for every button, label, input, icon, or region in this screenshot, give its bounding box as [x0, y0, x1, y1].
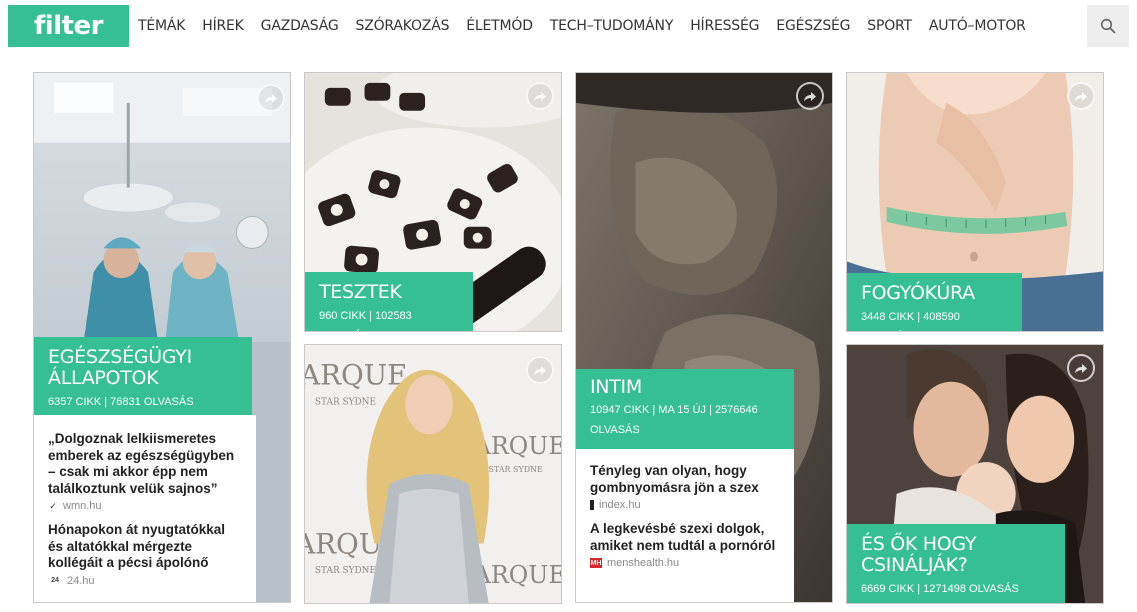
topic-stats: 3448 CIKK | 408590 OLVASÁS: [861, 311, 960, 323]
topic-card-diet[interactable]: FOGYÓKÚRA 3448 CIKK | 408590 OLVASÁS: [846, 72, 1104, 332]
topic-title: ÉS ŐK HOGY CSINÁLJÁK?: [861, 533, 977, 576]
share-icon: [265, 94, 277, 103]
share-button[interactable]: [1067, 354, 1095, 382]
topic-title: INTIM: [590, 376, 642, 398]
list-item[interactable]: Tényleg van olyan, hogy gombnyomásra jön…: [590, 463, 780, 511]
svg-text:ARQUE: ARQUE: [305, 359, 407, 392]
svg-text:STAR SYDNE: STAR SYDNE: [315, 398, 376, 408]
topic-stats: 10947 CIKK | MA 15 ÚJ | 2576646 OLVASÁS: [590, 404, 758, 436]
wmn-icon: ✓: [49, 500, 57, 511]
nav-item-auto-motor[interactable]: AUTÓ–MOTOR: [929, 18, 1026, 34]
article-list: Tényleg van olyan, hogy gombnyomásra jön…: [576, 449, 794, 602]
article-title[interactable]: Tényleg van olyan, hogy gombnyomásra jön…: [590, 463, 780, 496]
article-source: ✓ wmn.hu: [48, 500, 242, 512]
search-button[interactable]: [1087, 5, 1129, 47]
article-title[interactable]: A legkevésbé szexi dolgok, amiket nem tu…: [590, 521, 780, 554]
source-name: wmn.hu: [63, 500, 102, 512]
share-icon: [534, 92, 546, 101]
share-icon: [1075, 364, 1087, 373]
nav-item-eletmod[interactable]: ÉLETMÓD: [466, 18, 533, 34]
source-name: index.hu: [599, 499, 641, 511]
share-button[interactable]: [526, 356, 554, 384]
list-item[interactable]: „Dolgoznak lelkiismeretes emberek az egé…: [48, 431, 242, 512]
celebrity-photo: ARQUE STAR SYDNE ARQUEE STAR SYDNE ARQUE…: [305, 345, 561, 603]
article-list: „Dolgoznak lelkiismeretes emberek az egé…: [34, 415, 256, 602]
nav-item-gazdasag[interactable]: GAZDASÁG: [261, 18, 339, 34]
share-button[interactable]: [796, 82, 824, 110]
article-source: MH menshealth.hu: [590, 557, 780, 569]
share-icon: [804, 92, 816, 101]
index-icon: [590, 500, 594, 510]
topic-stats: 6669 CIKK | 1271498 OLVASÁS: [861, 583, 1019, 595]
nav-item-szorakozas[interactable]: SZÓRAKOZÁS: [356, 18, 450, 34]
share-button[interactable]: [526, 82, 554, 110]
article-title[interactable]: Hónapokon át nyugtatókkal és altatókkal …: [48, 522, 242, 572]
list-item[interactable]: A legkevésbé szexi dolgok, amiket nem tu…: [590, 521, 780, 569]
logo[interactable]: filter: [8, 5, 129, 47]
share-icon: [1075, 92, 1087, 101]
topic-card-tests[interactable]: TESZTEK 960 CIKK | 102583 OLVASÁS: [304, 72, 562, 332]
topic-card-intim[interactable]: INTIM 10947 CIKK | MA 15 ÚJ | 2576646 OL…: [575, 72, 833, 603]
list-item[interactable]: Hónapokon át nyugtatókkal és altatókkal …: [48, 522, 242, 587]
topic-title: EGÉSZSÉGÜGYI ÁLLAPOTOK: [48, 346, 192, 389]
svg-text:ARQUEE: ARQUEE: [473, 561, 561, 589]
svg-text:STAR SYDNE: STAR SYDNE: [489, 465, 543, 474]
topic-card-health[interactable]: EGÉSZSÉGÜGYI ÁLLAPOTOK 6357 CIKK | 76831…: [33, 72, 291, 603]
topic-stats: 960 CIKK | 102583 OLVASÁS: [319, 310, 412, 331]
share-button[interactable]: [257, 84, 285, 112]
topic-card-couple[interactable]: ÉS ŐK HOGY CSINÁLJÁK? 6669 CIKK | 127149…: [846, 344, 1104, 604]
topic-label[interactable]: ÉS ŐK HOGY CSINÁLJÁK? 6669 CIKK | 127149…: [847, 524, 1065, 603]
top-bar: filter TÉMÁK HÍREK GAZDASÁG SZÓRAKOZÁS É…: [0, 0, 1137, 52]
topic-label[interactable]: EGÉSZSÉGÜGYI ÁLLAPOTOK 6357 CIKK | 76831…: [34, 337, 252, 415]
nav-item-hiresseg[interactable]: HÍRESSÉG: [690, 18, 759, 34]
topic-label[interactable]: FOGYÓKÚRA 3448 CIKK | 408590 OLVASÁS: [847, 273, 1022, 331]
source-name: menshealth.hu: [607, 557, 680, 569]
nav-item-tech-tudomany[interactable]: TECH–TUDOMÁNY: [550, 18, 674, 34]
24hu-icon: 24: [51, 577, 59, 584]
article-source: 24 24.hu: [48, 575, 242, 587]
nav-item-sport[interactable]: SPORT: [867, 18, 912, 34]
main-nav: TÉMÁK HÍREK GAZDASÁG SZÓRAKOZÁS ÉLETMÓD …: [138, 0, 1043, 52]
nav-item-temak[interactable]: TÉMÁK: [138, 18, 185, 34]
nav-item-egeszseg[interactable]: EGÉSZSÉG: [776, 18, 850, 34]
topic-title: FOGYÓKÚRA: [861, 282, 975, 304]
search-icon: [1100, 18, 1116, 34]
topic-label[interactable]: TESZTEK 960 CIKK | 102583 OLVASÁS: [305, 272, 473, 331]
source-name: 24.hu: [67, 574, 95, 587]
article-source: index.hu: [590, 499, 780, 511]
share-icon: [534, 366, 546, 375]
article-title[interactable]: „Dolgoznak lelkiismeretes emberek az egé…: [48, 431, 242, 497]
topic-label[interactable]: INTIM 10947 CIKK | MA 15 ÚJ | 2576646 OL…: [576, 369, 794, 449]
topic-title: TESZTEK: [319, 281, 402, 303]
nav-item-hirek[interactable]: HÍREK: [202, 18, 244, 34]
photo-card-celebrity[interactable]: ARQUE STAR SYDNE ARQUEE STAR SYDNE ARQUE…: [304, 344, 562, 604]
topic-stats: 6357 CIKK | 76831 OLVASÁS: [48, 396, 194, 408]
menshealth-icon: MH: [590, 558, 602, 568]
svg-text:STAR SYDNE: STAR SYDNE: [315, 566, 376, 576]
share-button[interactable]: [1067, 82, 1095, 110]
